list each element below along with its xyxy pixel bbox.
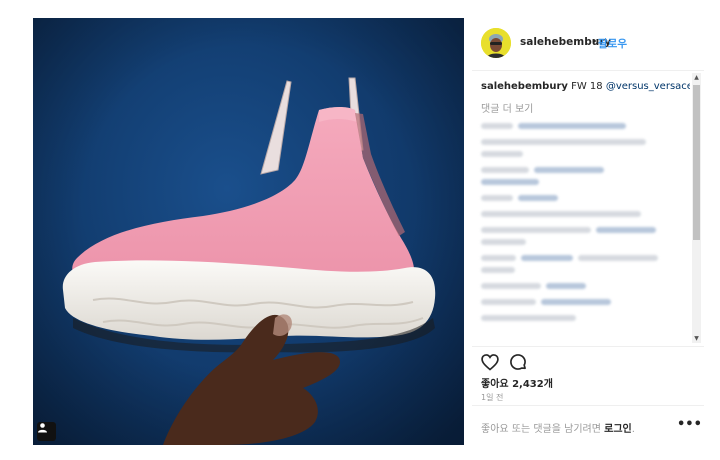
comments-scrollbar[interactable]: ▲ ▼ xyxy=(692,73,701,343)
blurred-comment xyxy=(481,227,591,233)
follow-separator: • xyxy=(591,35,598,48)
blurred-comment xyxy=(534,167,604,173)
blurred-comment xyxy=(481,239,526,245)
blurred-comment xyxy=(481,151,523,157)
login-prompt-text: 좋아요 또는 댓글을 남기려면 xyxy=(481,424,601,435)
blurred-comment xyxy=(481,283,541,289)
blurred-comment xyxy=(481,315,576,321)
more-options-icon[interactable]: ••• xyxy=(677,417,702,432)
sock-sneaker-image xyxy=(33,18,464,445)
scroll-up-arrow-icon[interactable]: ▲ xyxy=(692,73,701,82)
blurred-comment xyxy=(481,167,529,173)
blurred-comment xyxy=(481,299,536,305)
blurred-comment xyxy=(521,255,573,261)
heart-icon[interactable] xyxy=(480,352,500,372)
blurred-comment xyxy=(546,283,586,289)
blurred-comment xyxy=(481,179,539,185)
comments-list[interactable]: salehebembury FW 18 @versus_versace 댓글 더… xyxy=(472,71,690,343)
view-more-comments[interactable]: 댓글 더 보기 xyxy=(481,100,533,115)
user-tag-icon[interactable] xyxy=(37,422,56,441)
login-prompt-bar: 좋아요 또는 댓글을 남기려면 로그인. ••• xyxy=(472,405,704,446)
caption-username[interactable]: salehebembury xyxy=(481,81,568,92)
blurred-comment xyxy=(541,299,611,305)
post-side-panel: salehebembury • 팔로우 salehebembury FW 18 … xyxy=(472,18,704,445)
blurred-comment xyxy=(481,195,513,201)
blurred-comment xyxy=(518,123,626,129)
post-header: salehebembury • 팔로우 xyxy=(472,18,704,71)
caption-text: FW 18 xyxy=(571,81,603,92)
blurred-comment xyxy=(481,211,641,217)
blurred-comment xyxy=(518,195,558,201)
blurred-comment xyxy=(578,255,658,261)
avatar[interactable] xyxy=(481,28,511,58)
post-photo[interactable] xyxy=(33,18,464,445)
blurred-comment xyxy=(481,267,515,273)
post-actions xyxy=(472,346,704,373)
blurred-comment xyxy=(596,227,656,233)
login-suffix: . xyxy=(631,424,635,435)
follow-button[interactable]: 팔로우 xyxy=(598,36,627,51)
scrollbar-thumb[interactable] xyxy=(693,85,700,240)
blurred-comment xyxy=(481,139,646,145)
login-prompt: 좋아요 또는 댓글을 남기려면 로그인. xyxy=(481,420,635,435)
blurred-comment xyxy=(481,123,513,129)
post-timestamp[interactable]: 1일 전 xyxy=(481,392,503,403)
caption-mention[interactable]: @versus_versace xyxy=(606,81,690,92)
login-link[interactable]: 로그인 xyxy=(604,424,632,435)
scroll-down-arrow-icon[interactable]: ▼ xyxy=(692,334,701,343)
likes-count[interactable]: 좋아요 2,432개 xyxy=(481,375,553,390)
caption: salehebembury FW 18 @versus_versace xyxy=(481,81,690,92)
blurred-comment xyxy=(481,255,516,261)
comment-icon[interactable] xyxy=(508,352,528,372)
